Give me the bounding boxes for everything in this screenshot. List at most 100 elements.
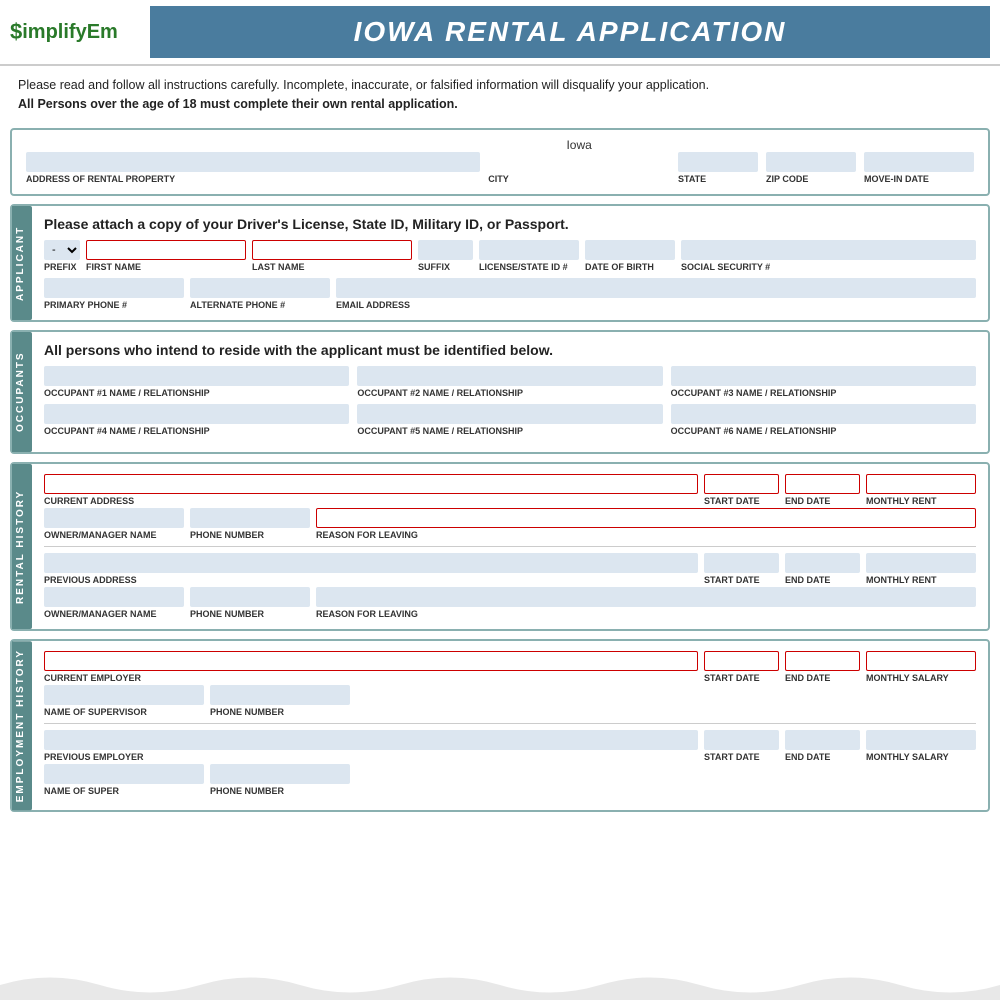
- property-state-group: STATE: [678, 152, 758, 184]
- occ5-input[interactable]: [357, 404, 662, 424]
- rh-prev-end-input[interactable]: [785, 553, 860, 573]
- occ4-input[interactable]: [44, 404, 349, 424]
- rh-current-addr-label: CURRENT ADDRESS: [44, 496, 698, 506]
- alt-phone-label: ALTERNATE PHONE #: [190, 300, 330, 310]
- page: $ implifyEm IOWA RENTAL APPLICATION Plea…: [0, 0, 1000, 1000]
- rh-prev-owner-label: OWNER/MANAGER NAME: [44, 609, 184, 619]
- property-city-label: CITY: [488, 174, 670, 184]
- firstname-label: FIRST NAME: [86, 262, 246, 272]
- primary-phone-group: PRIMARY PHONE #: [44, 278, 184, 310]
- property-zip-group: ZIP CODE: [766, 152, 856, 184]
- rh-rent-input[interactable]: [866, 474, 976, 494]
- employment-history-inner: CURRENT EMPLOYER START DATE END DATE MON…: [32, 641, 988, 810]
- eh-end-input[interactable]: [785, 651, 860, 671]
- rh-end-label: END DATE: [785, 496, 860, 506]
- rh-end-group: END DATE: [785, 474, 860, 506]
- occ5-group: OCCUPANT #5 NAME / RELATIONSHIP: [357, 404, 662, 436]
- eh-super-label: NAME OF SUPERVISOR: [44, 707, 204, 717]
- occ2-input[interactable]: [357, 366, 662, 386]
- prefix-select[interactable]: -Mr.Ms.Mrs.Dr.: [44, 240, 80, 260]
- eh-prev-employer-input[interactable]: [44, 730, 698, 750]
- rh-prev-row1: PREVIOUS ADDRESS START DATE END DATE MON…: [44, 553, 976, 585]
- rh-prev-start-group: START DATE: [704, 553, 779, 585]
- lastname-input[interactable]: [252, 240, 412, 260]
- rh-prev-reason-label: REASON FOR LEAVING: [316, 609, 976, 619]
- rh-prev-addr-input[interactable]: [44, 553, 698, 573]
- license-input[interactable]: [479, 240, 579, 260]
- eh-prev-end-label: END DATE: [785, 752, 860, 762]
- eh-start-label: START DATE: [704, 673, 779, 683]
- occ6-input[interactable]: [671, 404, 976, 424]
- eh-prev-employer-group: PREVIOUS EMPLOYER: [44, 730, 698, 762]
- ssn-input[interactable]: [681, 240, 976, 260]
- occ2-group: OCCUPANT #2 NAME / RELATIONSHIP: [357, 366, 662, 398]
- eh-prev-super-input[interactable]: [44, 764, 204, 784]
- rh-owner-input[interactable]: [44, 508, 184, 528]
- rh-prev-start-label: START DATE: [704, 575, 779, 585]
- eh-super-input[interactable]: [44, 685, 204, 705]
- occupants-tab: OCCUPANTS: [12, 332, 32, 452]
- occ3-input[interactable]: [671, 366, 976, 386]
- eh-phone-input[interactable]: [210, 685, 350, 705]
- rh-rent-label: MONTHLY RENT: [866, 496, 976, 506]
- rh-prev-owner-input[interactable]: [44, 587, 184, 607]
- property-address-label: ADDRESS OF RENTAL PROPERTY: [26, 174, 480, 184]
- rh-reason-input[interactable]: [316, 508, 976, 528]
- property-address-input[interactable]: [26, 152, 480, 172]
- eh-prev-phone-input[interactable]: [210, 764, 350, 784]
- email-input[interactable]: [336, 278, 976, 298]
- firstname-input[interactable]: [86, 240, 246, 260]
- rh-prev-rent-input[interactable]: [866, 553, 976, 573]
- eh-prev-salary-input[interactable]: [866, 730, 976, 750]
- property-zip-label: ZIP CODE: [766, 174, 856, 184]
- alt-phone-group: ALTERNATE PHONE #: [190, 278, 330, 310]
- occ4-group: OCCUPANT #4 NAME / RELATIONSHIP: [44, 404, 349, 436]
- occ1-input[interactable]: [44, 366, 349, 386]
- rh-prev-reason-group: REASON FOR LEAVING: [316, 587, 976, 619]
- wavy-decoration: [0, 970, 1000, 1000]
- rh-divider: [44, 546, 976, 547]
- property-zip-input[interactable]: [766, 152, 856, 172]
- employment-history-section: EMPLOYMENT HISTORY CURRENT EMPLOYER STAR…: [10, 639, 990, 812]
- applicant-contact-row: PRIMARY PHONE # ALTERNATE PHONE # EMAIL …: [44, 278, 976, 310]
- property-city-value: Iowa: [566, 138, 591, 152]
- applicant-section: APPLICANT Please attach a copy of your D…: [10, 204, 990, 322]
- rh-prev-start-input[interactable]: [704, 553, 779, 573]
- rental-history-section: RENTAL HISTORY CURRENT ADDRESS START DAT…: [10, 462, 990, 631]
- rh-end-input[interactable]: [785, 474, 860, 494]
- property-city-group: Iowa CITY: [488, 138, 670, 184]
- eh-employer-input[interactable]: [44, 651, 698, 671]
- rh-prev-phone-input[interactable]: [190, 587, 310, 607]
- eh-prev-super-row: NAME OF SUPER PHONE NUMBER: [44, 764, 976, 796]
- occ6-group: OCCUPANT #6 NAME / RELATIONSHIP: [671, 404, 976, 436]
- eh-prev-start-input[interactable]: [704, 730, 779, 750]
- rh-current-addr-group: CURRENT ADDRESS: [44, 474, 698, 506]
- rh-current-addr-input[interactable]: [44, 474, 698, 494]
- dob-input[interactable]: [585, 240, 675, 260]
- occ3-group: OCCUPANT #3 NAME / RELATIONSHIP: [671, 366, 976, 398]
- property-movein-input[interactable]: [864, 152, 974, 172]
- property-movein-label: MOVE-IN DATE: [864, 174, 974, 184]
- rh-start-label: START DATE: [704, 496, 779, 506]
- eh-prev-end-input[interactable]: [785, 730, 860, 750]
- eh-spacer: [356, 685, 976, 717]
- rh-prev-owner-group: OWNER/MANAGER NAME: [44, 587, 184, 619]
- occ3-label: OCCUPANT #3 NAME / RELATIONSHIP: [671, 388, 976, 398]
- suffix-label: SUFFIX: [418, 262, 473, 272]
- firstname-group: FIRST NAME: [86, 240, 246, 272]
- property-state-input[interactable]: [678, 152, 758, 172]
- alt-phone-input[interactable]: [190, 278, 330, 298]
- rh-phone-input[interactable]: [190, 508, 310, 528]
- property-movein-group: MOVE-IN DATE: [864, 152, 974, 184]
- rh-prev-end-group: END DATE: [785, 553, 860, 585]
- eh-prev-super-label: NAME OF SUPER: [44, 786, 204, 796]
- eh-salary-input[interactable]: [866, 651, 976, 671]
- property-section: ADDRESS OF RENTAL PROPERTY Iowa CITY STA…: [10, 128, 990, 196]
- rh-prev-reason-input[interactable]: [316, 587, 976, 607]
- eh-start-input[interactable]: [704, 651, 779, 671]
- eh-phone-group: PHONE NUMBER: [210, 685, 350, 717]
- rh-start-input[interactable]: [704, 474, 779, 494]
- logo-text: implifyEm: [22, 21, 118, 44]
- suffix-input[interactable]: [418, 240, 473, 260]
- primary-phone-input[interactable]: [44, 278, 184, 298]
